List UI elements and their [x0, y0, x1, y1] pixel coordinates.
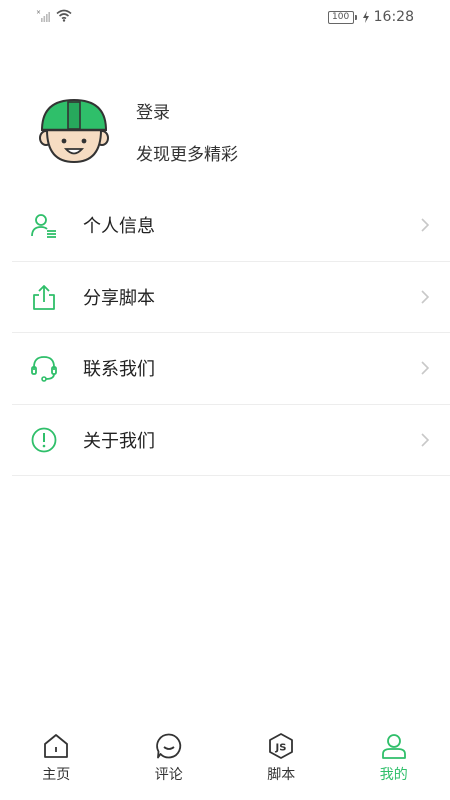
chevron-right-icon	[421, 290, 430, 304]
js-script-icon: JS	[269, 733, 294, 759]
menu-item-label: 个人信息	[83, 216, 155, 238]
nav-item-comments[interactable]: 评论	[113, 726, 226, 800]
battery-level: 100	[332, 11, 350, 22]
nav-item-home[interactable]: 主页	[0, 726, 113, 800]
status-time: 16:28	[373, 9, 414, 25]
comment-icon	[155, 733, 181, 759]
status-right: 100 16:28	[327, 9, 414, 25]
nav-label: 主页	[42, 767, 71, 783]
nav-item-scripts[interactable]: JS 脚本	[225, 726, 338, 800]
nav-label: 脚本	[267, 767, 296, 783]
chevron-right-icon	[421, 361, 430, 375]
charging-icon	[362, 11, 369, 23]
nav-label: 我的	[379, 767, 408, 783]
bottom-navigation: 主页 评论 JS 脚本 我的	[0, 726, 450, 800]
headset-icon	[31, 356, 57, 383]
menu-item-contact-us[interactable]: 联系我们	[12, 333, 450, 405]
home-icon	[44, 734, 69, 758]
wifi-icon	[56, 9, 72, 22]
nav-item-mine[interactable]: 我的	[338, 726, 450, 800]
nav-label: 评论	[154, 767, 183, 783]
menu-item-label: 分享脚本	[83, 287, 155, 309]
chevron-right-icon	[421, 218, 430, 232]
chevron-right-icon	[421, 433, 430, 447]
battery-icon: 100	[327, 10, 357, 24]
share-icon	[33, 284, 55, 310]
login-link[interactable]: 登录	[136, 98, 170, 123]
settings-menu: 个人信息 分享脚本 联系我们 关于我们	[12, 190, 450, 476]
profile-header[interactable]: 登录 发现更多精彩	[0, 96, 450, 176]
status-left: ×	[36, 9, 72, 22]
svg-text:JS: JS	[275, 743, 287, 754]
info-circle-icon	[31, 427, 57, 453]
avatar-icon[interactable]	[38, 96, 110, 168]
menu-item-label: 联系我们	[83, 359, 155, 381]
menu-item-label: 关于我们	[83, 430, 155, 452]
profile-subtitle: 发现更多精彩	[136, 145, 238, 165]
person-info-icon	[31, 214, 56, 239]
signal-icon: ×	[36, 9, 50, 22]
menu-item-personal-info[interactable]: 个人信息	[12, 190, 450, 262]
menu-item-share-script[interactable]: 分享脚本	[12, 262, 450, 333]
menu-item-about-us[interactable]: 关于我们	[12, 405, 450, 476]
user-icon	[381, 734, 406, 759]
status-bar: × 100 16:28	[0, 0, 450, 34]
svg-text:×: ×	[36, 9, 41, 16]
